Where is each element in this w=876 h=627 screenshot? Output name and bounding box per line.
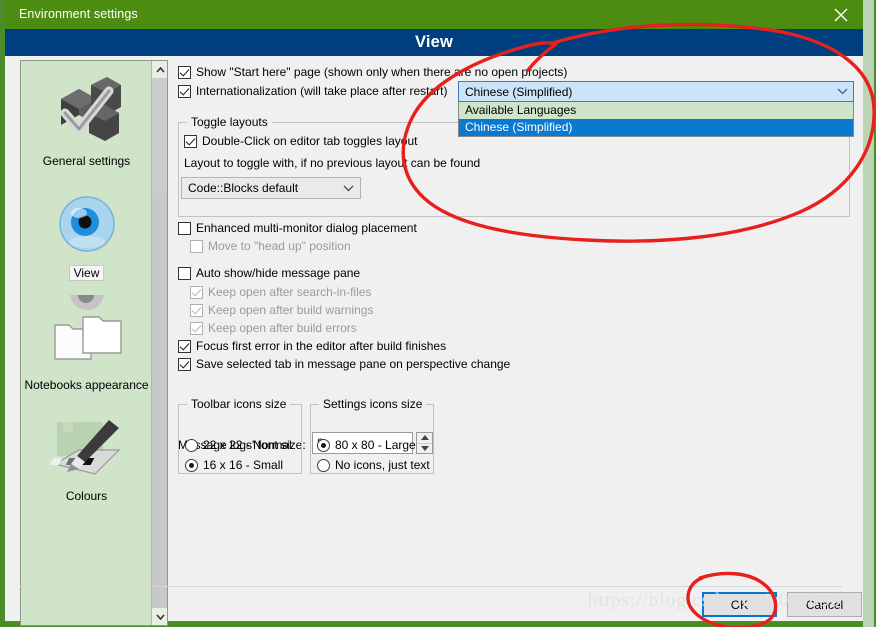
radio-button[interactable] [317, 438, 330, 452]
checkbox-box[interactable] [190, 286, 203, 299]
checkbox-box[interactable] [190, 322, 203, 335]
checkbox-focus-first-error[interactable]: Focus first error in the editor after bu… [178, 339, 446, 354]
checkbox-box[interactable] [190, 240, 203, 253]
title-bar: Environment settings [5, 0, 863, 29]
dropdown-option-chinese-simplified[interactable]: Chinese (Simplified) [459, 119, 853, 136]
radio-settings-no-icons[interactable]: No icons, just text [317, 458, 430, 472]
radio-label: No icons, just text [335, 458, 430, 472]
radio-button[interactable] [185, 438, 198, 452]
dropdown-option-available-languages[interactable]: Available Languages [459, 102, 853, 119]
checkbox-enhanced-multimonitor[interactable]: Enhanced multi-monitor dialog placement [178, 221, 417, 236]
checkbox-label: Double-Click on editor tab toggles layou… [202, 134, 418, 148]
paint-palette-icon [33, 406, 127, 486]
language-combobox[interactable]: Chinese (Simplified) [458, 81, 854, 102]
watermark-text: https://blog.csdn.net/c0c0056 [588, 590, 841, 611]
radio-settings-80x80-large[interactable]: 80 x 80 - Large [317, 438, 416, 452]
folders-icon [47, 276, 127, 375]
checkbox-box[interactable] [178, 66, 191, 79]
checkbox-box[interactable] [190, 304, 203, 317]
language-combobox-value: Chinese (Simplified) [465, 84, 573, 99]
page-header-banner: View [5, 29, 863, 56]
checkbox-show-start-here[interactable]: Show "Start here" page (shown only when … [178, 65, 567, 80]
checkbox-label: Enhanced multi-monitor dialog placement [196, 221, 417, 235]
groupbox-title: Settings icons size [319, 397, 427, 411]
settings-category-sidebar: General settings View Notebooks appearan… [20, 60, 168, 626]
groupbox-title: Toolbar icons size [187, 397, 291, 411]
scrollbar-thumb[interactable] [152, 78, 167, 193]
checkbox-move-head-up[interactable]: Move to "head up" position [190, 239, 351, 254]
language-dropdown-list[interactable]: Available Languages Chinese (Simplified) [458, 102, 854, 137]
radio-label: 80 x 80 - Large [335, 438, 416, 452]
eye-icon [47, 182, 127, 262]
checkbox-box[interactable] [178, 85, 191, 98]
checkbox-label: Save selected tab in message pane on per… [196, 357, 511, 371]
radio-label: 22 x 22 - Normal [203, 438, 292, 452]
chevron-down-icon[interactable] [336, 185, 360, 192]
layout-toggle-hint: Layout to toggle with, if no previous la… [184, 156, 481, 170]
checkbox-box[interactable] [178, 358, 191, 371]
checkbox-keep-open-build-errors[interactable]: Keep open after build errors [190, 321, 357, 336]
chevron-down-icon[interactable] [831, 88, 853, 95]
checkbox-keep-open-search-in-files[interactable]: Keep open after search-in-files [190, 285, 371, 300]
checkbox-label: Keep open after build errors [208, 321, 357, 335]
radio-button[interactable] [317, 458, 330, 472]
checkbox-box[interactable] [178, 222, 191, 235]
checkbox-label: Move to "head up" position [208, 239, 351, 253]
sidebar-item-view[interactable]: View [21, 172, 152, 285]
radio-label: 16 x 16 - Small [203, 458, 284, 472]
checkbox-label: Keep open after build warnings [208, 303, 374, 317]
checkbox-label: Auto show/hide message pane [196, 266, 361, 280]
checkbox-box[interactable] [184, 135, 197, 148]
window-title: Environment settings [19, 7, 138, 21]
checkbox-save-selected-tab[interactable]: Save selected tab in message pane on per… [178, 357, 510, 372]
boxes-check-icon [47, 71, 127, 151]
sidebar-scrollbar[interactable] [151, 61, 167, 625]
sidebar-item-label: Notebooks appearance [24, 378, 149, 392]
environment-settings-window: Environment settings View General settin… [0, 0, 876, 627]
chevron-up-icon[interactable] [152, 61, 167, 78]
radio-button[interactable] [185, 458, 198, 472]
layout-select[interactable]: Code::Blocks default [181, 177, 361, 199]
checkbox-label: Keep open after search-in-files [208, 285, 372, 299]
page-title: View [414, 33, 454, 51]
sidebar-item-general-settings[interactable]: General settings [21, 61, 152, 172]
checkbox-label: Show "Start here" page (shown only when … [196, 65, 568, 79]
sidebar-item-colours[interactable]: Colours [21, 396, 152, 507]
checkbox-internationalization[interactable]: Internationalization (will take place af… [178, 84, 447, 99]
checkbox-box[interactable] [178, 267, 191, 280]
sidebar-item-label: Colours [65, 489, 108, 503]
checkbox-label: Focus first error in the editor after bu… [196, 339, 447, 353]
close-icon[interactable] [819, 0, 863, 29]
groupbox-title: Toggle layouts [187, 115, 272, 129]
chevron-down-icon[interactable] [152, 608, 167, 625]
settings-content-pane: Show "Start here" page (shown only when … [173, 56, 857, 576]
checkbox-double-click-toggles-layout[interactable]: Double-Click on editor tab toggles layou… [184, 134, 417, 149]
sidebar-item-label: General settings [42, 154, 131, 168]
sidebar-list: General settings View Notebooks appearan… [21, 61, 152, 625]
layout-select-value: Code::Blocks default [188, 181, 299, 195]
radio-toolbar-16x16-small[interactable]: 16 x 16 - Small [185, 458, 283, 472]
checkbox-auto-show-hide-message-pane[interactable]: Auto show/hide message pane [178, 266, 360, 281]
checkbox-label: Internationalization (will take place af… [196, 84, 448, 98]
dialog-body: General settings View Notebooks appearan… [5, 56, 863, 626]
checkbox-box[interactable] [178, 340, 191, 353]
sidebar-item-label: View [68, 265, 105, 281]
radio-toolbar-22x22-normal[interactable]: 22 x 22 - Normal [185, 438, 292, 452]
sidebar-item-notebooks-appearance[interactable]: Notebooks appearance [21, 276, 152, 396]
checkbox-keep-open-build-warnings[interactable]: Keep open after build warnings [190, 303, 373, 318]
footer-separator [20, 586, 842, 587]
